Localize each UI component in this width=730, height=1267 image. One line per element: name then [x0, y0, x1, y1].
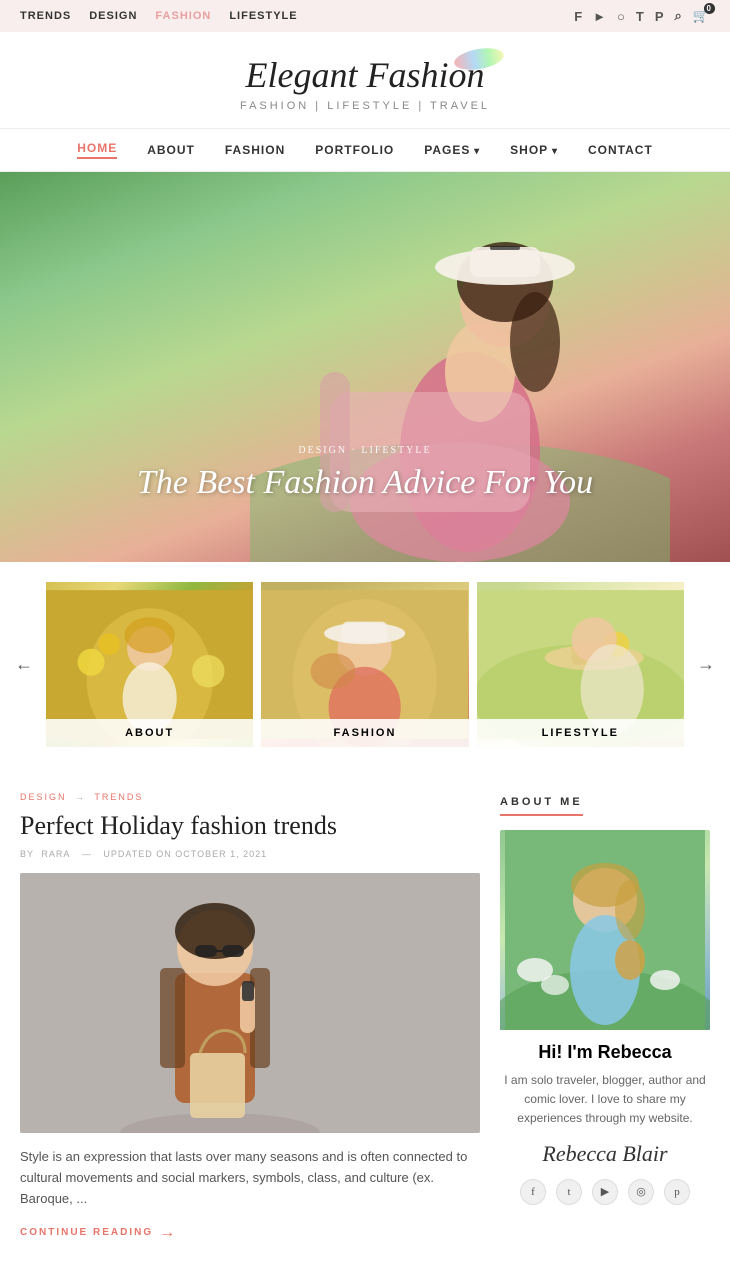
- nav-about[interactable]: ABOUT: [147, 143, 195, 157]
- hero-overlay: DESIGN · LIFESTYLE The Best Fashion Advi…: [0, 445, 730, 502]
- cat-item-fashion[interactable]: FASHION: [261, 582, 468, 747]
- logo-title[interactable]: Elegant Fashion: [246, 54, 485, 96]
- nav-home[interactable]: HOME: [77, 141, 117, 159]
- about-me-title: ABOUT ME: [500, 796, 583, 816]
- post-meta: BY RARA — UPDATED ON OCTOBER 1, 2021: [20, 849, 480, 859]
- logo-subtitle: FASHION | LIFESTYLE | TRAVEL: [0, 100, 730, 112]
- about-me-signature: Rebecca Blair: [500, 1141, 710, 1167]
- main-nav: HOME ABOUT FASHION PORTFOLIO PAGES SHOP …: [0, 128, 730, 172]
- top-nav: TRENDS DESIGN FAshion LIFESTYLE: [20, 10, 298, 22]
- logo-decoration: Elegant Fashion: [246, 54, 485, 96]
- youtube-icon[interactable]: ►: [593, 9, 607, 24]
- post-title: Perfect Holiday fashion trends: [20, 810, 480, 841]
- social-pinterest[interactable]: p: [664, 1179, 690, 1205]
- top-bar: TRENDS DESIGN FAshion LIFESTYLE f ► ○ t …: [0, 0, 730, 32]
- hero-figure: [250, 172, 670, 562]
- top-nav-trends[interactable]: TRENDS: [20, 10, 71, 22]
- category-items: ABOUT FASHION: [46, 582, 684, 747]
- cat-item-lifestyle[interactable]: LIFESTYLE: [477, 582, 684, 747]
- cart-icon[interactable]: 🛒0: [693, 8, 710, 24]
- slider-prev[interactable]: ←: [10, 649, 38, 680]
- hero-categories: DESIGN · LIFESTYLE: [0, 445, 730, 456]
- cat-about-label: ABOUT: [46, 719, 253, 747]
- social-instagram[interactable]: ◎: [628, 1179, 654, 1205]
- social-youtube[interactable]: ▶: [592, 1179, 618, 1205]
- hero-section: DESIGN · LIFESTYLE The Best Fashion Advi…: [0, 172, 730, 562]
- nav-portfolio[interactable]: PORTFOLIO: [315, 143, 394, 157]
- post-author: RARA: [41, 849, 70, 859]
- continue-reading-link[interactable]: CONTINUE READING →: [20, 1224, 480, 1242]
- post-image-graphic: [20, 873, 480, 1133]
- top-nav-lifestyle[interactable]: LIFESTYLE: [229, 10, 297, 22]
- nav-pages[interactable]: PAGES: [424, 143, 480, 157]
- twitter-icon[interactable]: t: [636, 9, 645, 24]
- blog-main: DESIGN → TRENDS Perfect Holiday fashion …: [20, 792, 480, 1242]
- continue-reading-arrow: →: [159, 1224, 177, 1242]
- social-facebook[interactable]: f: [520, 1179, 546, 1205]
- cat-lifestyle-label: LIFESTYLE: [477, 719, 684, 747]
- post-categories: DESIGN → TRENDS: [20, 792, 480, 802]
- top-nav-design[interactable]: DESIGN: [89, 10, 137, 22]
- post-excerpt: Style is an expression that lasts over m…: [20, 1147, 480, 1209]
- social-icons: f t ▶ ◎ p: [500, 1179, 710, 1205]
- pinterest-icon[interactable]: p: [655, 9, 665, 24]
- nav-contact[interactable]: CONTACT: [588, 143, 653, 157]
- post-updated: UPDATED ON OCTOBER 1, 2021: [103, 849, 267, 859]
- search-icon[interactable]: ⌕: [675, 8, 683, 24]
- facebook-icon[interactable]: f: [574, 9, 583, 24]
- about-me-description: I am solo traveler, blogger, author and …: [500, 1071, 710, 1129]
- category-slider: ← ABOUT: [0, 562, 730, 767]
- about-me-image: [500, 830, 710, 1030]
- slider-next[interactable]: →: [692, 649, 720, 680]
- top-nav-fashion[interactable]: FAshion: [155, 10, 211, 22]
- cat-item-about[interactable]: ABOUT: [46, 582, 253, 747]
- cat-fashion-label: FASHION: [261, 719, 468, 747]
- logo-area: Elegant Fashion FASHION | LIFESTYLE | TR…: [0, 32, 730, 128]
- continue-reading-label: CONTINUE READING: [20, 1227, 153, 1238]
- social-twitter[interactable]: t: [556, 1179, 582, 1205]
- hero-title: The Best Fashion Advice For You: [0, 464, 730, 502]
- nav-shop[interactable]: SHOP: [510, 143, 558, 157]
- blog-sidebar: ABOUT ME Hi! I'm Rebecca I am sol: [500, 792, 710, 1242]
- about-image-graphic: [500, 830, 710, 1030]
- instagram-icon[interactable]: ○: [617, 9, 626, 24]
- nav-fashion[interactable]: FASHION: [225, 143, 285, 157]
- post-image: [20, 873, 480, 1133]
- top-social-icons: f ► ○ t p ⌕ 🛒0: [574, 8, 710, 24]
- blog-section: DESIGN → TRENDS Perfect Holiday fashion …: [0, 767, 730, 1267]
- about-me-name: Hi! I'm Rebecca: [500, 1042, 710, 1063]
